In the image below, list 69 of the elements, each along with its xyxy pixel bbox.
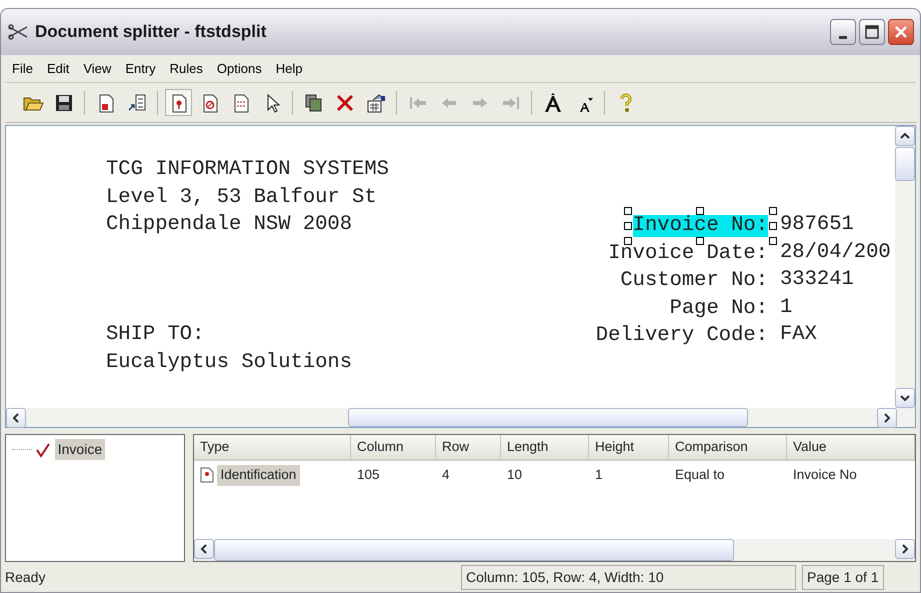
caret-right-icon xyxy=(883,413,891,423)
app-icon xyxy=(7,24,29,40)
menu-item[interactable]: Edit xyxy=(40,58,76,78)
field-value: 28/04/200 xyxy=(780,240,891,264)
field-value: FAX xyxy=(780,323,817,346)
caret-right-icon xyxy=(901,544,909,554)
scroll-up-button[interactable] xyxy=(895,126,915,146)
status-text: Page 1 of 1 xyxy=(802,564,884,590)
menu-item[interactable]: File xyxy=(5,58,40,78)
page-arrow-icon xyxy=(126,92,148,114)
caret-down-icon xyxy=(900,394,910,402)
close-button[interactable] xyxy=(888,19,914,45)
caret-up-icon xyxy=(900,132,910,140)
toolbar-button[interactable] xyxy=(165,89,192,116)
field-label[interactable]: Delivery Code: xyxy=(590,321,773,351)
document-text: Level 3, 53 Balfour St xyxy=(106,186,377,208)
minimize-button[interactable] xyxy=(830,19,856,45)
field-label[interactable]: Page No: xyxy=(664,294,773,324)
column-header[interactable]: Type xyxy=(194,435,351,462)
table-cell: 1 xyxy=(595,467,603,482)
field-label[interactable]: Customer No: xyxy=(615,266,773,296)
selection-handle[interactable] xyxy=(696,207,704,215)
column-header[interactable]: Comparison xyxy=(669,435,787,462)
document-text: TCG INFORMATION SYSTEMS xyxy=(106,158,389,181)
menu-item[interactable]: Options xyxy=(210,58,269,78)
column-header[interactable]: Length xyxy=(501,435,589,462)
column-header[interactable]: Value xyxy=(787,435,915,462)
page-icon xyxy=(200,467,214,484)
tree-item[interactable]: Invoice xyxy=(54,439,106,460)
document-text: SHIP TO: xyxy=(106,323,204,346)
window-title: Document splitter - ftstdsplit xyxy=(35,21,266,44)
scroll-thumb[interactable] xyxy=(214,539,734,561)
column-header[interactable]: Row xyxy=(436,435,501,462)
scroll-right-button[interactable] xyxy=(877,408,897,428)
scroll-left-button[interactable] xyxy=(194,539,214,559)
document-text: Eucalyptus Solutions xyxy=(106,350,352,374)
field-value: 1 xyxy=(780,296,792,318)
properties-icon xyxy=(364,92,386,114)
maximize-icon xyxy=(864,25,879,39)
scroll-left-button[interactable] xyxy=(6,408,26,428)
field-value: 987651 xyxy=(780,213,854,236)
pages-icon xyxy=(302,92,324,114)
document-text: Chippendale NSW 2008 xyxy=(106,213,352,236)
field-label[interactable]: Invoice Date: xyxy=(603,238,773,268)
close-icon xyxy=(894,25,908,39)
table-cell: 10 xyxy=(507,467,522,482)
table-cell[interactable]: Identification xyxy=(217,465,300,486)
column-header[interactable]: Column xyxy=(351,435,436,462)
status-text: Ready xyxy=(5,568,46,587)
table-cell: Invoice No xyxy=(793,467,857,482)
menu-item[interactable]: View xyxy=(76,58,118,78)
table-cell: 4 xyxy=(442,467,450,482)
field-value: 333241 xyxy=(780,268,854,291)
scroll-right-button[interactable] xyxy=(895,539,915,559)
table-cell: 105 xyxy=(357,467,380,482)
menu-item[interactable]: Entry xyxy=(118,58,163,78)
maximize-button[interactable] xyxy=(858,19,885,45)
selection-handle[interactable] xyxy=(696,237,704,245)
scroll-thumb[interactable] xyxy=(895,147,915,181)
menu-item[interactable]: Rules xyxy=(162,58,210,78)
minimize-icon xyxy=(838,36,846,38)
scroll-thumb[interactable] xyxy=(348,408,748,427)
caret-left-icon xyxy=(200,544,208,554)
column-header[interactable]: Height xyxy=(589,435,669,462)
scroll-down-button[interactable] xyxy=(895,388,915,408)
caret-left-icon xyxy=(12,413,20,423)
status-text: Column: 105, Row: 4, Width: 10 xyxy=(461,564,796,590)
menu-item[interactable]: Help xyxy=(268,58,310,78)
table-cell: Equal to xyxy=(675,467,725,482)
